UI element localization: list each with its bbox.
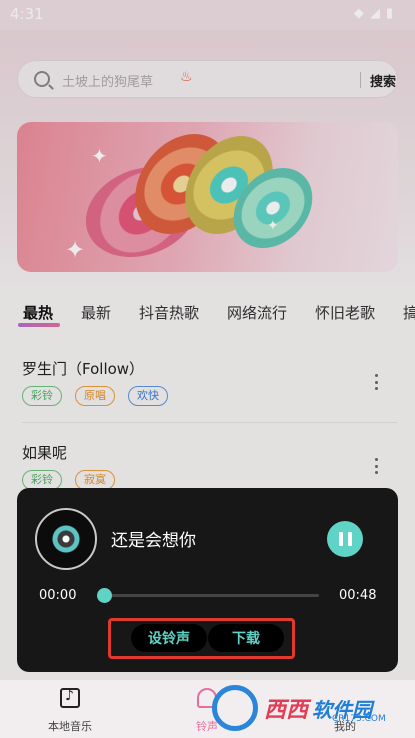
- watermark-logo: [212, 685, 258, 731]
- watermark-brand: 西西: [264, 698, 309, 723]
- vinyl-icon: [35, 508, 97, 570]
- time-current: 00:00: [39, 588, 77, 603]
- pause-button[interactable]: [327, 521, 363, 557]
- progress-track[interactable]: [103, 594, 319, 597]
- music-note-icon: [60, 688, 80, 708]
- download-button[interactable]: 下载: [208, 624, 284, 652]
- player-song-title: 还是会想你: [111, 531, 196, 551]
- set-ringtone-button[interactable]: 设铃声: [131, 624, 207, 652]
- progress-thumb[interactable]: [97, 588, 112, 603]
- watermark: 西西 软件园 CR173.COM: [212, 684, 402, 732]
- nav-label: 本地音乐: [48, 720, 92, 733]
- watermark-domain: CR173.COM: [332, 714, 386, 724]
- nav-local-music[interactable]: 本地音乐: [20, 680, 120, 738]
- time-total: 00:48: [339, 588, 377, 603]
